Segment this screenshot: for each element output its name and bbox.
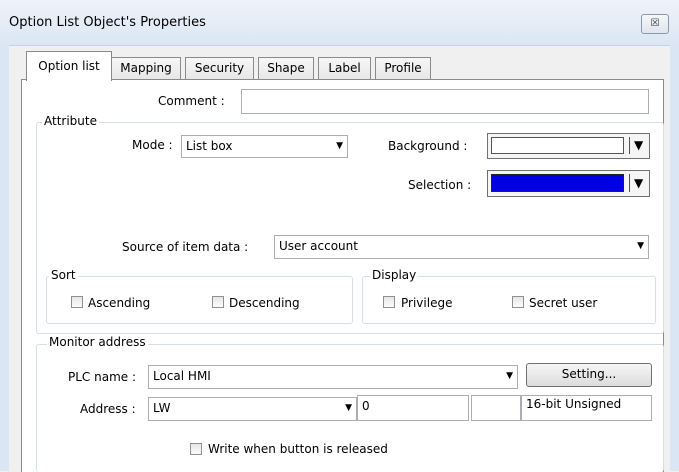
comment-field[interactable]: [241, 89, 649, 114]
mode-label: Mode :: [132, 138, 173, 152]
chevron-down-icon: ▼: [345, 403, 352, 413]
chevron-down-icon: ▼: [634, 176, 644, 190]
window-frame-right: [670, 45, 679, 471]
source-label: Source of item data :: [122, 240, 249, 254]
source-select[interactable]: User account ▼: [274, 235, 649, 259]
write-when-released-label: Write when button is released: [208, 442, 388, 456]
ascending-label: Ascending: [88, 296, 151, 310]
data-format-field: 16-bit Unsigned: [521, 395, 652, 421]
tab-shape[interactable]: Shape: [258, 57, 314, 80]
color-divider: [629, 137, 630, 154]
mode-value: List box: [186, 139, 233, 153]
close-button[interactable]: ☒: [641, 14, 669, 34]
address-type-value: LW: [153, 401, 171, 415]
mode-select[interactable]: List box ▼: [181, 135, 348, 158]
attribute-legend: Attribute: [42, 114, 99, 128]
monitor-address-legend: Monitor address: [47, 335, 148, 349]
privilege-label: Privilege: [401, 296, 453, 310]
secret-user-checkbox[interactable]: [512, 296, 524, 308]
tab-option-list[interactable]: Option list: [26, 51, 112, 81]
address-field[interactable]: 0: [357, 395, 469, 421]
tab-security[interactable]: Security: [185, 57, 254, 80]
tab-mapping[interactable]: Mapping: [111, 57, 181, 80]
chevron-down-icon: ▼: [506, 371, 513, 381]
close-icon: ☒: [650, 18, 660, 29]
chevron-down-icon: ▼: [634, 138, 644, 152]
setting-button[interactable]: Setting...: [526, 363, 652, 387]
address-extra-field[interactable]: [471, 395, 521, 421]
write-when-released-checkbox[interactable]: [190, 443, 202, 455]
descending-label: Descending: [229, 296, 300, 310]
background-swatch: [491, 137, 624, 154]
sort-legend: Sort: [49, 268, 78, 282]
selection-color-picker[interactable]: ▼: [487, 170, 650, 197]
color-divider: [629, 174, 630, 192]
secret-user-label: Secret user: [529, 296, 598, 310]
comment-label: Comment :: [158, 94, 225, 108]
chevron-down-icon: ▼: [637, 241, 644, 251]
source-value: User account: [279, 239, 358, 253]
tab-label[interactable]: Label: [318, 57, 371, 80]
plc-name-select[interactable]: Local HMI ▼: [148, 365, 518, 389]
privilege-checkbox[interactable]: [383, 296, 395, 308]
selection-label: Selection :: [408, 178, 472, 192]
background-color-picker[interactable]: ▼: [487, 133, 650, 159]
selection-swatch: [491, 174, 624, 192]
background-label: Background :: [388, 139, 468, 153]
window-frame-left: [0, 45, 9, 471]
chevron-down-icon: ▼: [336, 141, 343, 151]
address-label: Address :: [80, 402, 136, 416]
address-type-select[interactable]: LW ▼: [148, 397, 357, 421]
tab-profile[interactable]: Profile: [375, 57, 431, 80]
ascending-checkbox[interactable]: [71, 296, 83, 308]
plc-name-value: Local HMI: [153, 369, 211, 383]
window-title: Option List Object's Properties: [9, 15, 206, 30]
plc-name-label: PLC name :: [68, 370, 137, 384]
descending-checkbox[interactable]: [212, 296, 224, 308]
display-legend: Display: [370, 268, 419, 282]
